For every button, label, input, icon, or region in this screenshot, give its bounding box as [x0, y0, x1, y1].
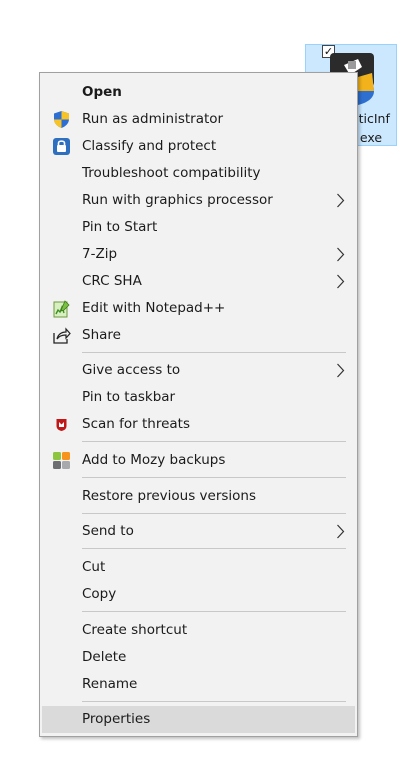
menu-item-7-zip[interactable]: 7-Zip — [42, 241, 355, 268]
menu-item-label: Send to — [82, 523, 134, 539]
menu-item-open[interactable]: Open — [42, 79, 355, 106]
mozy-icon — [53, 452, 70, 469]
menu-item-share[interactable]: Share — [42, 322, 355, 349]
menu-item-label: Troubleshoot compatibility — [82, 165, 261, 181]
menu-item-pin-to-start[interactable]: Pin to Start — [42, 214, 355, 241]
chevron-right-icon — [337, 274, 345, 289]
menu-item-label: Run with graphics processor — [82, 192, 273, 208]
menu-item-label: Open — [82, 84, 122, 100]
menu-item-label: Copy — [82, 586, 117, 602]
menu-item-give-access-to[interactable]: Give access to — [42, 357, 355, 384]
menu-item-copy[interactable]: Copy — [42, 581, 355, 608]
menu-separator — [82, 513, 346, 514]
menu-separator — [82, 701, 346, 702]
menu-item-scan-for-threats[interactable]: Scan for threats — [42, 411, 355, 438]
menu-item-label: Share — [82, 327, 121, 343]
uac-shield-icon — [54, 111, 69, 128]
menu-separator — [82, 352, 346, 353]
menu-item-label: Restore previous versions — [82, 488, 257, 504]
menu-item-label: Add to Mozy backups — [82, 452, 226, 468]
menu-item-label: Delete — [82, 649, 127, 665]
menu-item-label: Classify and protect — [82, 138, 217, 154]
notepad-icon — [53, 300, 70, 318]
menu-item-run-with-graphics-processor[interactable]: Run with graphics processor — [42, 187, 355, 214]
menu-item-pin-to-taskbar[interactable]: Pin to taskbar — [42, 384, 355, 411]
menu-item-label: Give access to — [82, 362, 181, 378]
chevron-right-icon — [337, 363, 345, 378]
menu-item-send-to[interactable]: Send to — [42, 518, 355, 545]
menu-item-properties[interactable]: Properties — [42, 706, 355, 733]
menu-item-create-shortcut[interactable]: Create shortcut — [42, 617, 355, 644]
menu-item-label: Pin to Start — [82, 219, 158, 235]
menu-item-classify-and-protect[interactable]: Classify and protect — [42, 133, 355, 160]
menu-separator — [82, 477, 346, 478]
menu-item-delete[interactable]: Delete — [42, 644, 355, 671]
menu-item-add-to-mozy-backups[interactable]: Add to Mozy backups — [42, 447, 355, 474]
menu-item-label: Create shortcut — [82, 622, 188, 638]
menu-item-crc-sha[interactable]: CRC SHA — [42, 268, 355, 295]
menu-separator — [82, 441, 346, 442]
menu-item-label: Run as administrator — [82, 111, 224, 127]
menu-item-cut[interactable]: Cut — [42, 554, 355, 581]
menu-item-label: Pin to taskbar — [82, 389, 176, 405]
menu-item-restore-previous-versions[interactable]: Restore previous versions — [42, 483, 355, 510]
menu-item-troubleshoot-compatibility[interactable]: Troubleshoot compatibility — [42, 160, 355, 187]
context-menu: Open Run as administrator Classify and p… — [39, 72, 358, 737]
menu-item-label: Scan for threats — [82, 416, 190, 432]
chevron-right-icon — [337, 193, 345, 208]
mcafee-shield-icon — [56, 419, 67, 431]
share-icon — [53, 327, 71, 344]
menu-separator — [82, 611, 346, 612]
menu-item-edit-with-notepad[interactable]: Edit with Notepad++ — [42, 295, 355, 322]
chevron-right-icon — [337, 524, 345, 539]
menu-item-run-as-administrator[interactable]: Run as administrator — [42, 106, 355, 133]
chevron-right-icon — [337, 247, 345, 262]
menu-item-label: Rename — [82, 676, 138, 692]
menu-item-label: 7-Zip — [82, 246, 118, 262]
menu-item-label: Edit with Notepad++ — [82, 300, 226, 316]
menu-item-label: Properties — [82, 711, 151, 727]
menu-item-label: CRC SHA — [82, 273, 142, 289]
menu-item-label: Cut — [82, 559, 106, 575]
menu-separator — [82, 548, 346, 549]
lock-icon — [53, 138, 70, 155]
menu-item-rename[interactable]: Rename — [42, 671, 355, 698]
